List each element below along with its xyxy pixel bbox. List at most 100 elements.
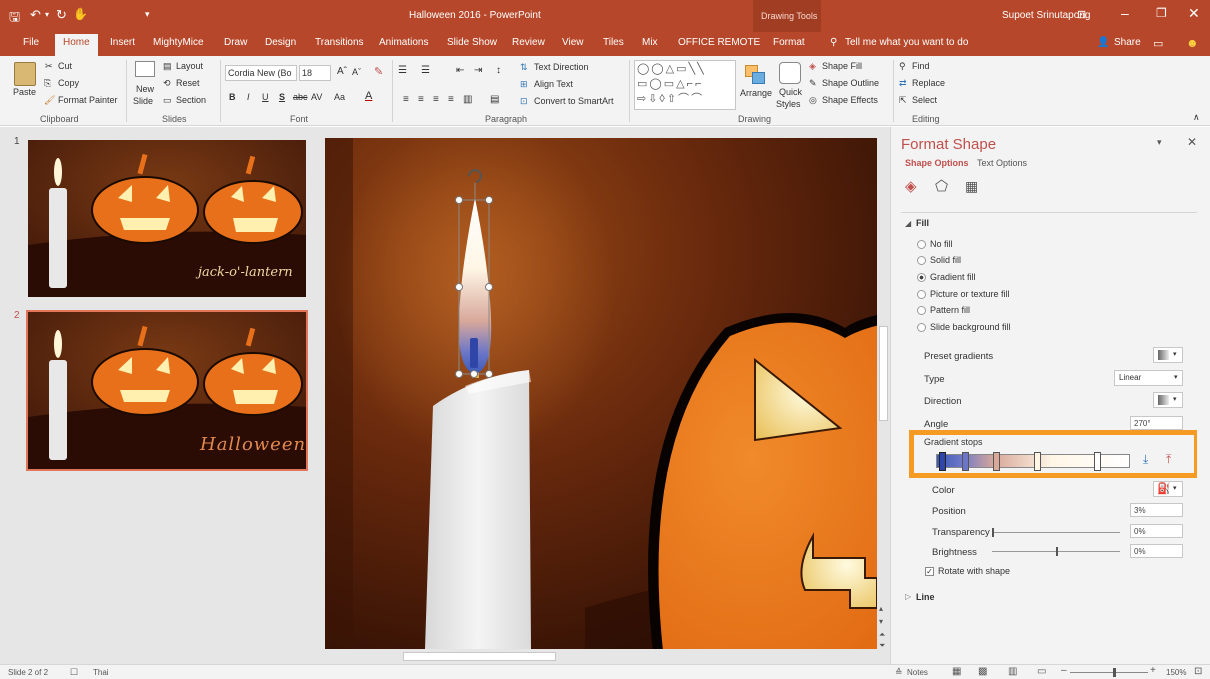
text-direction-icon[interactable]: ⇅ bbox=[520, 62, 528, 73]
close-window-icon[interactable]: ✕ bbox=[1188, 5, 1200, 22]
replace-button[interactable]: Replace bbox=[912, 78, 945, 88]
tab-animations[interactable]: Animations bbox=[379, 37, 428, 48]
radio-slide-background-fill[interactable] bbox=[917, 323, 926, 332]
fill-line-icon[interactable]: ◈ bbox=[905, 177, 917, 195]
tab-format[interactable]: Format bbox=[773, 37, 805, 48]
quick-styles-label-2[interactable]: Styles bbox=[776, 99, 801, 109]
horizontal-scrollbar[interactable] bbox=[324, 651, 874, 663]
normal-view-icon[interactable]: ▦ bbox=[952, 666, 961, 677]
option-picture-fill[interactable]: Picture or texture fill bbox=[930, 289, 1010, 299]
tab-mightymice[interactable]: MightyMice bbox=[153, 37, 204, 48]
line-spacing-icon[interactable]: ↕ bbox=[496, 65, 501, 76]
convert-smartart-button[interactable]: Convert to SmartArt bbox=[534, 96, 614, 106]
slide-thumbnail-1[interactable]: jack-o'-lantern bbox=[28, 140, 306, 297]
italic-icon[interactable]: I bbox=[247, 92, 250, 102]
radio-solid-fill[interactable] bbox=[917, 256, 926, 265]
spelling-check-icon[interactable]: ☐ bbox=[70, 667, 78, 678]
tell-me-icon[interactable]: ⚲ bbox=[830, 37, 837, 48]
columns-icon[interactable]: ▥ bbox=[463, 94, 472, 105]
transparency-slider-thumb[interactable] bbox=[992, 528, 994, 537]
line-expand-icon[interactable]: ▷ bbox=[905, 592, 911, 601]
font-name-combo[interactable]: Cordia New (Bo bbox=[225, 65, 297, 81]
strikethrough-icon[interactable]: abc bbox=[293, 92, 308, 102]
ribbon-display-options-icon[interactable]: ⊡ bbox=[1077, 8, 1086, 21]
rotate-with-shape-label[interactable]: Rotate with shape bbox=[938, 566, 1010, 576]
horizontal-scroll-thumb[interactable] bbox=[403, 652, 556, 661]
grow-font-icon[interactable]: Aˆ bbox=[337, 66, 347, 77]
shapes-gallery[interactable]: ◯◯△▭╲╲ ▭◯▭△⌐⌐ ⇨⇩◊⇧⌒⌒ bbox=[634, 60, 736, 110]
slideshow-icon[interactable]: ▭ bbox=[1037, 666, 1046, 677]
gradient-stop-handle[interactable] bbox=[939, 452, 946, 471]
line-section-header[interactable]: Line bbox=[916, 592, 935, 602]
touch-mode-icon[interactable]: ✋ bbox=[73, 7, 88, 21]
brightness-input[interactable]: 0% bbox=[1130, 544, 1183, 558]
angle-input[interactable]: 270° bbox=[1130, 416, 1183, 430]
gradient-stop-handle[interactable] bbox=[1034, 452, 1041, 471]
tab-shape-options[interactable]: Shape Options bbox=[905, 158, 969, 168]
gradient-stop-handle[interactable] bbox=[1094, 452, 1101, 471]
change-case-icon[interactable]: Aa bbox=[334, 92, 345, 102]
option-solid-fill[interactable]: Solid fill bbox=[930, 255, 961, 265]
scroll-down-icon[interactable]: ▾ bbox=[879, 617, 883, 626]
reset-icon[interactable]: ⟲ bbox=[163, 78, 171, 89]
tab-mix[interactable]: Mix bbox=[642, 37, 658, 48]
decrease-indent-icon[interactable]: ⇤ bbox=[456, 65, 464, 76]
new-slide-icon[interactable] bbox=[135, 61, 155, 77]
tab-text-options[interactable]: Text Options bbox=[977, 158, 1027, 168]
layout-icon[interactable]: ▤ bbox=[163, 61, 172, 72]
gradient-stop-handle[interactable] bbox=[962, 452, 969, 471]
align-right-icon[interactable]: ≡ bbox=[433, 94, 439, 105]
section-icon[interactable]: ▭ bbox=[163, 95, 172, 106]
font-size-combo[interactable]: 18 bbox=[299, 65, 331, 81]
shrink-font-icon[interactable]: Aˇ bbox=[352, 67, 361, 77]
new-slide-label-2[interactable]: Slide bbox=[133, 96, 153, 106]
select-icon[interactable]: ⇱ bbox=[899, 95, 907, 106]
direction-dropdown[interactable]: ▾ bbox=[1153, 392, 1183, 408]
scroll-up-icon[interactable]: ▴ bbox=[879, 604, 883, 613]
effects-icon[interactable]: ⬠ bbox=[935, 177, 948, 195]
add-column-icon[interactable]: ▤ bbox=[490, 94, 499, 105]
option-gradient-fill[interactable]: Gradient fill bbox=[930, 272, 976, 282]
tab-review[interactable]: Review bbox=[512, 37, 545, 48]
fill-expand-icon[interactable]: ◢ bbox=[905, 219, 911, 228]
tab-slide-show[interactable]: Slide Show bbox=[447, 37, 497, 48]
next-slide-icon[interactable]: ⏷ bbox=[879, 641, 885, 651]
zoom-in-icon[interactable]: + bbox=[1150, 665, 1156, 676]
zoom-level[interactable]: 150% bbox=[1166, 668, 1186, 677]
notes-icon[interactable]: ≙ bbox=[895, 667, 903, 678]
pane-scrollbar[interactable] bbox=[1197, 127, 1210, 664]
tab-design[interactable]: Design bbox=[265, 37, 296, 48]
align-text-icon[interactable]: ⊞ bbox=[520, 79, 528, 90]
justify-icon[interactable]: ≡ bbox=[448, 94, 454, 105]
paste-icon[interactable] bbox=[14, 62, 36, 86]
cut-icon[interactable]: ✂ bbox=[45, 61, 53, 72]
preset-gradients-dropdown[interactable]: ▾ bbox=[1153, 347, 1183, 363]
fit-slide-icon[interactable]: ⊡ bbox=[1194, 666, 1202, 677]
position-input[interactable]: 3% bbox=[1130, 503, 1183, 517]
undo-dropdown-icon[interactable]: ▾ bbox=[45, 10, 49, 19]
option-no-fill[interactable]: No fill bbox=[930, 239, 953, 249]
numbering-icon[interactable]: ☰ bbox=[421, 65, 430, 76]
cut-button[interactable]: Cut bbox=[58, 61, 72, 71]
tab-tiles[interactable]: Tiles bbox=[603, 37, 624, 48]
underline-icon[interactable]: U bbox=[262, 92, 269, 102]
comments-icon[interactable]: ▭ bbox=[1153, 37, 1163, 50]
zoom-slider-thumb[interactable] bbox=[1113, 668, 1116, 677]
tab-office-remote[interactable]: OFFICE REMOTE bbox=[678, 37, 760, 48]
redo-icon[interactable]: ↻ bbox=[56, 7, 67, 23]
find-button[interactable]: Find bbox=[912, 61, 930, 71]
undo-icon[interactable]: ↶ bbox=[30, 7, 41, 23]
transparency-input[interactable]: 0% bbox=[1130, 524, 1183, 538]
tab-view[interactable]: View bbox=[562, 37, 584, 48]
slide-thumbnail-2[interactable]: Halloween bbox=[26, 310, 308, 471]
collapse-ribbon-icon[interactable]: ∧ bbox=[1193, 112, 1200, 123]
character-spacing-icon[interactable]: AV bbox=[311, 92, 322, 102]
tell-me-search[interactable]: Tell me what you want to do bbox=[845, 37, 968, 48]
copy-button[interactable]: Copy bbox=[58, 78, 79, 88]
radio-gradient-fill[interactable] bbox=[917, 273, 926, 282]
tab-home[interactable]: Home bbox=[55, 34, 98, 56]
align-left-icon[interactable]: ≡ bbox=[403, 94, 409, 105]
align-center-icon[interactable]: ≡ bbox=[418, 94, 424, 105]
copy-icon[interactable]: ⎘ bbox=[44, 78, 51, 89]
format-painter-button[interactable]: Format Painter bbox=[58, 95, 118, 105]
